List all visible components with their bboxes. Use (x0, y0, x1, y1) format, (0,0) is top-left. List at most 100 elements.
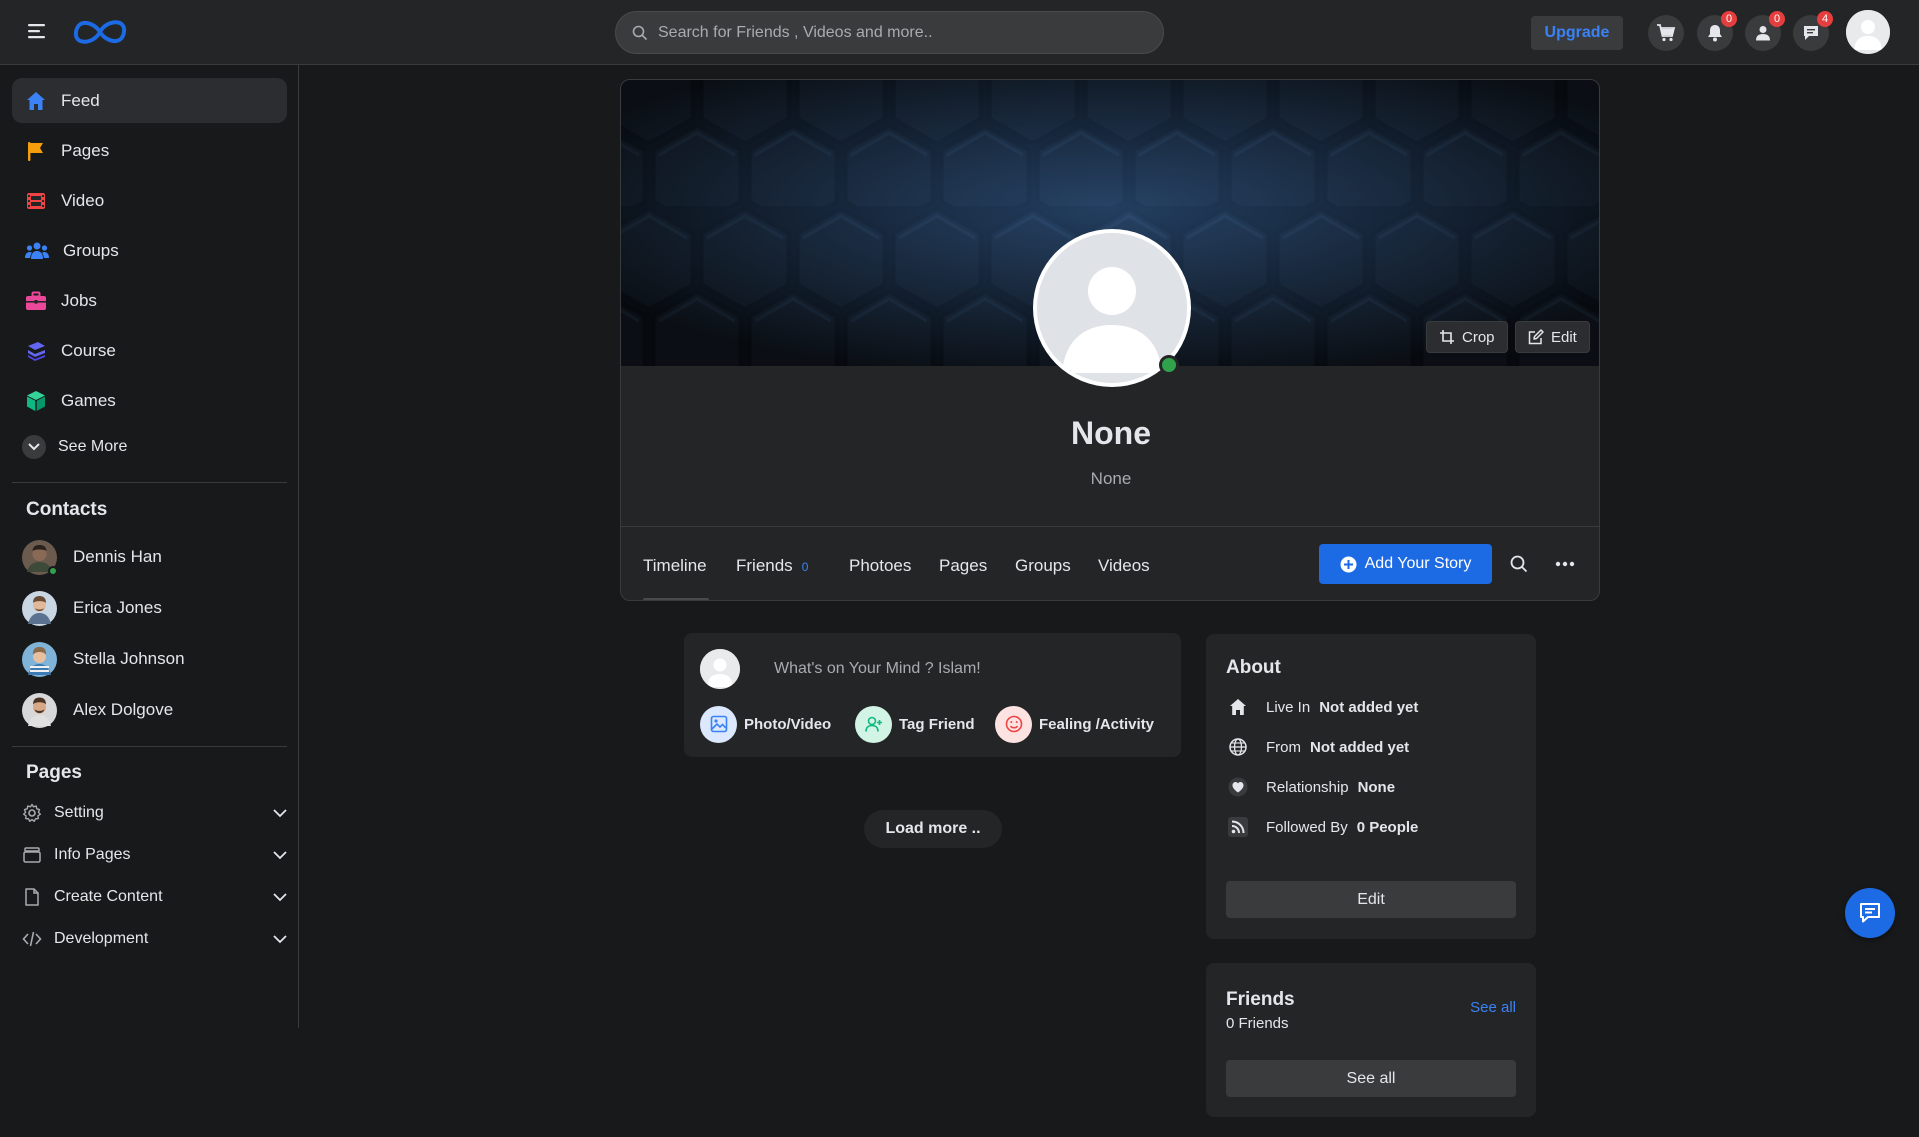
film-icon (25, 190, 47, 212)
feeling-activity-button[interactable]: Fealing /Activity (995, 705, 1154, 743)
edit-cover-button[interactable]: Edit (1515, 321, 1590, 353)
user-avatar[interactable] (1846, 10, 1890, 54)
tab-friends[interactable]: Friends 0 (736, 556, 808, 576)
chat-icon (1858, 901, 1882, 925)
tab-groups[interactable]: Groups (1015, 556, 1071, 576)
friends-card: Friends 0 Friends See all See all (1206, 963, 1536, 1117)
hamburger-menu-icon[interactable] (28, 22, 52, 42)
avatar (22, 692, 57, 728)
chat-icon (1802, 24, 1820, 42)
pages-section-title: Pages (26, 762, 82, 783)
sidebar-page-label: Development (54, 930, 149, 947)
tab-label: Timeline (643, 556, 707, 575)
more-options-icon[interactable] (1553, 552, 1577, 576)
sidebar-divider (12, 482, 287, 483)
avatar (700, 649, 740, 689)
contacts-title: Contacts (26, 499, 108, 520)
sidebar-item-setting[interactable]: Setting (22, 796, 287, 830)
photo-video-button[interactable]: Photo/Video (700, 705, 831, 743)
left-sidebar: Feed Pages Video Groups Jobs Course Game… (0, 65, 299, 1028)
rss-icon (1226, 815, 1250, 839)
see-more-button[interactable]: See More (12, 428, 287, 466)
search-input[interactable] (658, 23, 1138, 42)
contact-item[interactable]: Erica Jones (22, 588, 287, 628)
messages-button[interactable]: 4 (1793, 11, 1833, 51)
chevron-down-icon (273, 808, 287, 818)
crop-cover-button[interactable]: Crop (1426, 321, 1508, 353)
sidebar-item-info-pages[interactable]: Info Pages (22, 838, 287, 872)
globe-icon (1226, 735, 1250, 759)
sidebar-item-label: Video (61, 190, 105, 210)
friends-count: 0 Friends (1226, 1015, 1289, 1032)
see-all-button[interactable]: See all (1226, 1060, 1516, 1097)
home-icon (25, 90, 47, 112)
sidebar-page-label: Create Content (54, 888, 163, 905)
contact-item[interactable]: Dennis Han (22, 537, 287, 577)
add-story-button[interactable]: Add Your Story (1319, 544, 1492, 584)
sidebar-item-groups[interactable]: Groups (12, 228, 287, 273)
about-title: About (1226, 657, 1281, 678)
see-all-link[interactable]: See all (1470, 999, 1516, 1016)
about-value: Not added yet (1310, 738, 1410, 756)
post-composer: What's on Your Mind ? Islam! Photo/Video… (684, 633, 1181, 757)
tab-videos[interactable]: Videos (1098, 556, 1150, 576)
contact-item[interactable]: Stella Johnson (22, 639, 287, 679)
contact-name: Erica Jones (73, 598, 162, 617)
about-key: From (1266, 738, 1301, 756)
image-icon (700, 705, 737, 743)
sidebar-item-label: Games (61, 390, 116, 410)
load-more-button[interactable]: Load more .. (864, 810, 1002, 848)
sidebar-item-label: Jobs (61, 290, 97, 310)
search-bar[interactable] (615, 11, 1164, 54)
floating-chat-button[interactable] (1845, 888, 1895, 938)
post-input[interactable]: What's on Your Mind ? Islam! (774, 660, 981, 678)
sidebar-item-label: Course (61, 340, 116, 360)
sidebar-item-create-content[interactable]: Create Content (22, 880, 287, 914)
crop-label: Crop (1462, 328, 1495, 346)
friend-requests-button[interactable]: 0 (1745, 11, 1785, 51)
sidebar-item-jobs[interactable]: Jobs (12, 278, 287, 323)
sidebar-item-label: Pages (61, 140, 110, 160)
sidebar-item-games[interactable]: Games (12, 378, 287, 423)
contact-item[interactable]: Alex Dolgove (22, 690, 287, 730)
user-plus-icon (855, 705, 892, 743)
search-icon[interactable] (1507, 552, 1531, 576)
notifications-button[interactable]: 0 (1697, 11, 1737, 51)
sidebar-item-development[interactable]: Development (22, 922, 287, 956)
tabs-divider (621, 526, 1599, 527)
cart-button[interactable] (1648, 15, 1684, 51)
tag-friend-button[interactable]: Tag Friend (855, 705, 975, 743)
about-key: Live In (1266, 698, 1311, 716)
sidebar-item-label: Groups (63, 240, 119, 260)
tab-timeline[interactable]: Timeline (643, 556, 707, 576)
upgrade-button[interactable]: Upgrade (1531, 16, 1623, 50)
see-more-label: See More (58, 438, 128, 455)
sidebar-item-feed[interactable]: Feed (12, 78, 287, 123)
edit-icon (1528, 329, 1544, 345)
tab-label: Pages (939, 556, 988, 575)
infinity-logo-icon[interactable] (68, 12, 132, 52)
tab-photoes[interactable]: Photoes (849, 556, 911, 576)
search-icon (632, 25, 648, 41)
contact-name: Stella Johnson (73, 649, 185, 668)
sidebar-item-video[interactable]: Video (12, 178, 287, 223)
edit-about-button[interactable]: Edit (1226, 881, 1516, 918)
sidebar-item-course[interactable]: Course (12, 328, 287, 373)
avatar (22, 590, 57, 626)
friends-title: Friends (1226, 989, 1295, 1010)
tab-label: Groups (1015, 556, 1071, 575)
sidebar-item-pages[interactable]: Pages (12, 128, 287, 173)
about-key: Followed By (1266, 818, 1348, 836)
code-icon (22, 929, 42, 949)
notifications-badge: 0 (1721, 11, 1737, 27)
flag-icon (25, 140, 47, 162)
feeling-activity-label: Fealing /Activity (1039, 715, 1155, 733)
top-navbar: Upgrade 0 0 4 (0, 0, 1919, 65)
friend-requests-badge: 0 (1769, 11, 1785, 27)
add-story-label: Add Your Story (1364, 555, 1472, 572)
contact-name: Dennis Han (73, 547, 162, 566)
cube-icon (25, 390, 47, 412)
crop-icon (1439, 329, 1455, 345)
sidebar-item-label: Feed (61, 90, 100, 110)
tab-pages[interactable]: Pages (939, 556, 987, 576)
